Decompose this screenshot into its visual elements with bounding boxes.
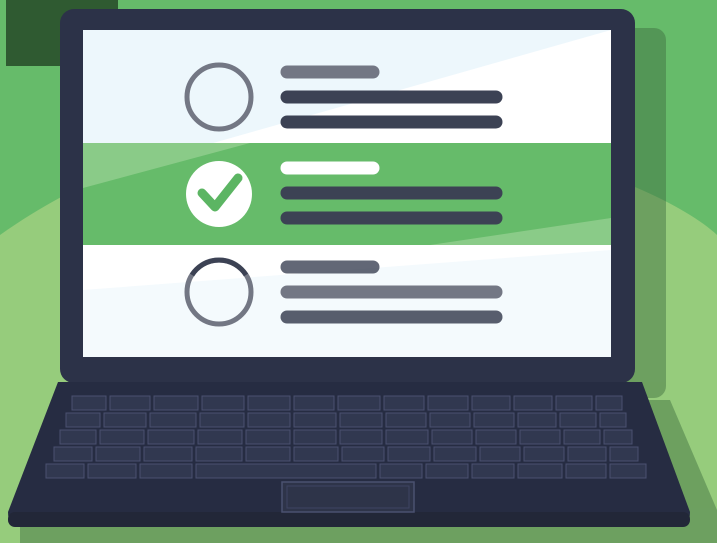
laptop-screen [83, 30, 611, 357]
checkmark-circle-icon [186, 161, 252, 227]
spacebar-key[interactable] [195, 463, 377, 479]
laptop-base [8, 382, 690, 527]
laptop-checklist-illustration [0, 0, 717, 543]
laptop-lid [60, 9, 635, 383]
laptop-front-edge [8, 512, 690, 527]
keyboard[interactable] [45, 395, 647, 479]
trackpad[interactable] [281, 481, 415, 513]
checklist-row-2-selected[interactable] [83, 143, 611, 245]
